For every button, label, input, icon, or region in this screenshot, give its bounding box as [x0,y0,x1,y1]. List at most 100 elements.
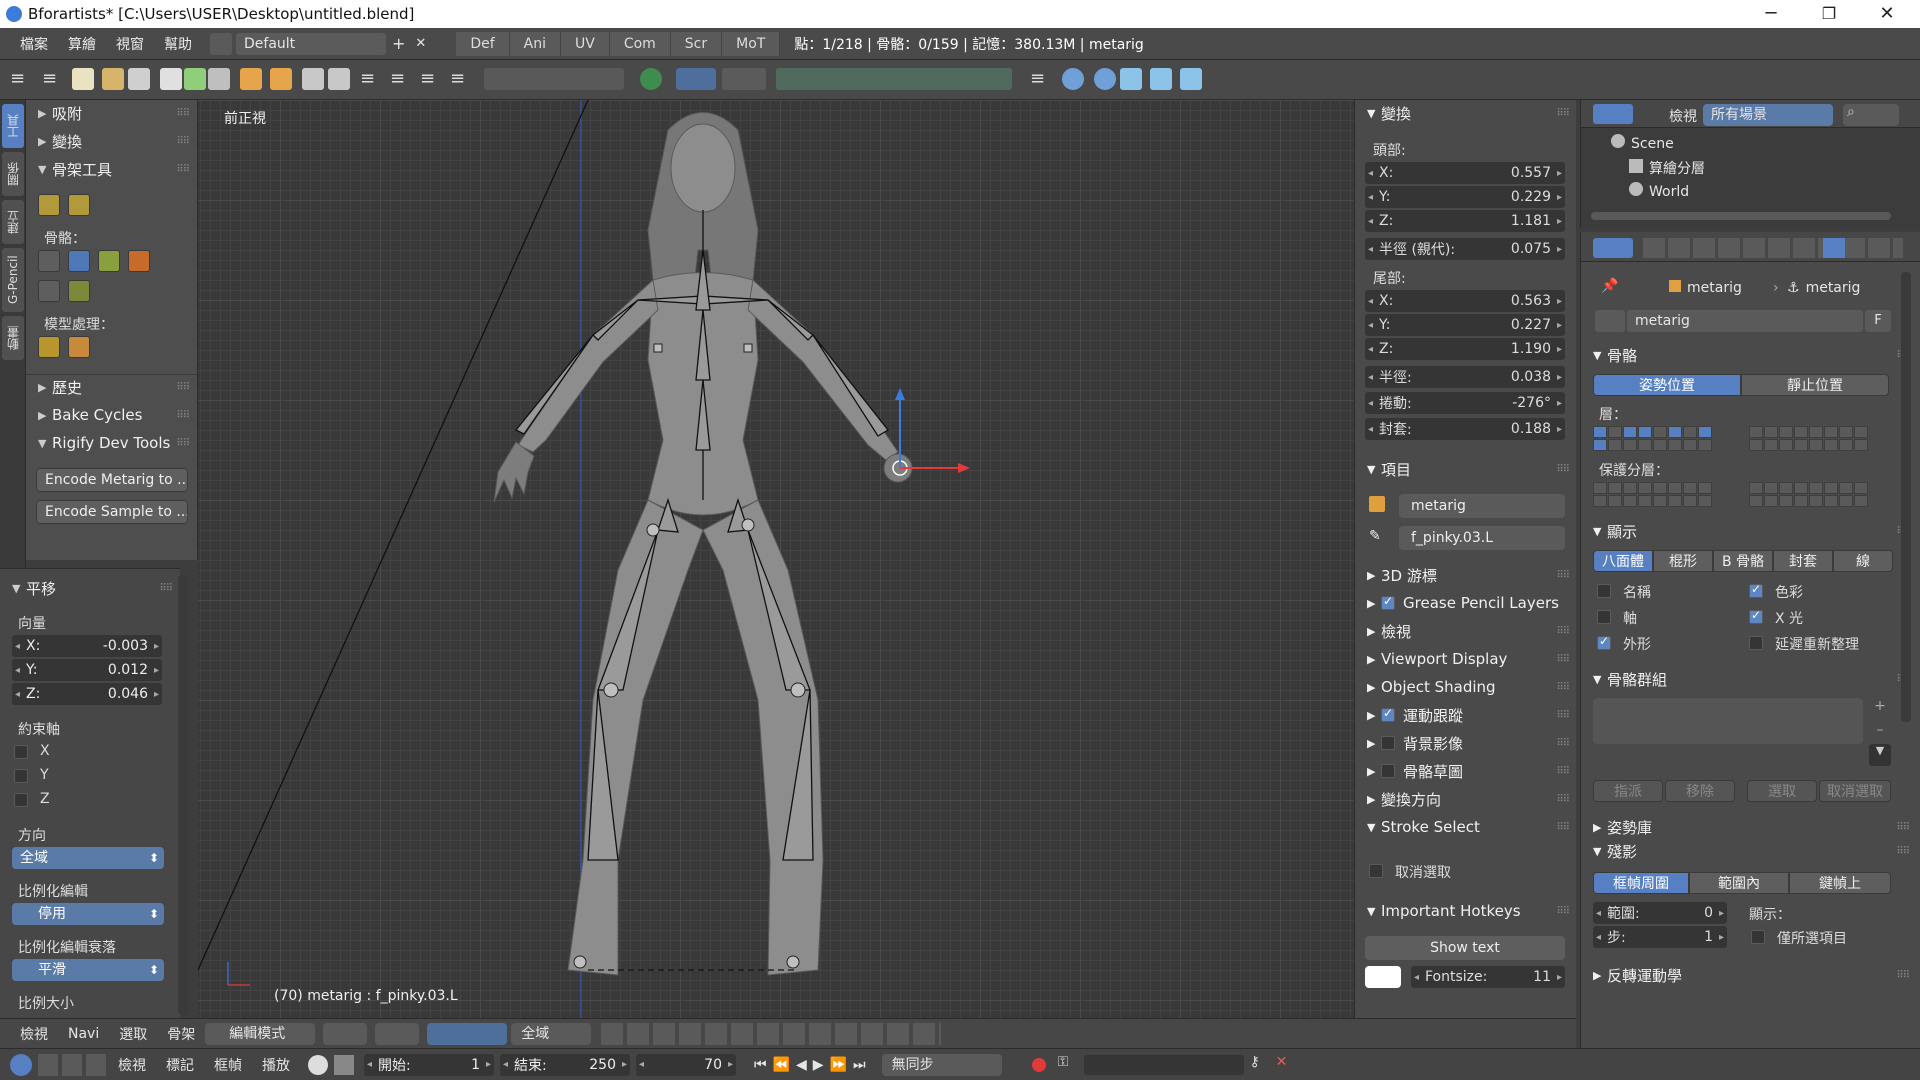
ik-panel-header[interactable]: ▶ 反轉運動學 ⠿⠿ [1581,962,1910,988]
display-envelope-button[interactable]: 封套 [1773,550,1833,572]
tl-frame-menu[interactable]: 框幀 [204,1055,252,1075]
layer-cell[interactable] [1809,439,1823,451]
menu-window[interactable]: 視窗 [106,34,154,54]
record-icon[interactable] [1031,1057,1046,1072]
viewport-scene[interactable] [198,100,1354,1018]
panel-rigify-dev[interactable]: ▼ Rigify Dev Tools ⠿⠿ [26,430,197,456]
delete-keyframe-icon[interactable]: ✕ [1276,1054,1298,1076]
pivot-icon[interactable] [640,68,662,90]
layer-cell[interactable] [1683,482,1697,494]
bone-context-tab-icon[interactable] [1823,238,1845,258]
layer-cell[interactable] [1854,495,1868,507]
outliner-search-icon[interactable]: ⌕ [1843,104,1899,126]
deselect-checkbox[interactable] [1369,864,1383,878]
layer-cell[interactable] [1764,426,1778,438]
layer-cell[interactable] [1638,495,1652,507]
justify-icon[interactable]: ≡ [450,68,472,90]
layer-cell[interactable] [1593,482,1607,494]
bone-switch-icon[interactable] [68,280,90,302]
tail-z-field[interactable]: Z: 1.190 [1365,338,1565,360]
layer-cell[interactable] [1638,482,1652,494]
tab-default[interactable]: Def [456,31,510,56]
panel-armature-tools[interactable]: ▼ 骨架工具 ⠿⠿ [26,156,197,182]
constraint-y-checkbox[interactable] [14,769,28,783]
colors-checkbox[interactable] [1749,582,1763,598]
vp-select-menu[interactable]: 選取 [109,1024,157,1044]
skeleton-panel-header[interactable]: ▼骨骼⠿⠿ [1581,342,1910,368]
layer-cell[interactable] [1653,495,1667,507]
layer-cell[interactable] [1794,426,1808,438]
np-cursor-header[interactable]: ▶ 3D 游標 ⠿⠿ [1355,562,1577,588]
scene-item[interactable]: Scene [1611,134,1674,152]
layer-cell[interactable] [1749,426,1763,438]
np-bg-images-header[interactable]: ▶ 背景影像 ⠿⠿ [1355,730,1577,756]
editor-type-icon[interactable] [10,1053,32,1076]
layer-cell[interactable] [1779,439,1793,451]
layer-cell[interactable] [1749,482,1763,494]
tab-animation[interactable]: Ani [509,31,561,56]
bone-group-specials-icon[interactable]: ▼ [1869,744,1891,766]
tl-playback-menu[interactable]: 播放 [252,1055,300,1075]
layer-cell[interactable] [1794,495,1808,507]
3d-viewport[interactable]: 前正視 (70) metarig: f_pinky.03.L [198,100,1354,1018]
layer-cell[interactable] [1794,439,1808,451]
export-icon[interactable] [208,68,230,90]
layer-cell[interactable] [1668,426,1682,438]
layer-cell[interactable] [1623,482,1637,494]
align-left-icon[interactable]: ≡ [360,68,382,90]
axes-checkbox[interactable] [1597,610,1611,624]
link-icon[interactable] [240,68,262,90]
layer-cell[interactable] [1593,426,1607,438]
ghost-around-frame-button[interactable]: 框幀周圍 [1593,872,1689,894]
tab-compositing[interactable]: Com [609,31,671,56]
head-y-field[interactable]: Y: 0.229 [1365,186,1565,208]
bone-mirror-icon[interactable] [128,250,150,272]
constraint-x-checkbox[interactable] [14,745,28,759]
layer-cell[interactable] [1794,482,1808,494]
bone-subdivide-icon[interactable] [98,250,120,272]
np-bone-sketch-header[interactable]: ▶ 骨骼草圖 ⠿⠿ [1355,758,1577,784]
manipulator-buttons[interactable] [427,1022,508,1045]
layer-cell[interactable] [1653,482,1667,494]
remove-layout-button[interactable]: ✕ [415,36,426,51]
np-view-header[interactable]: ▶ 檢視 ⠿⠿ [1355,618,1577,644]
modeling-shade-icon[interactable] [38,336,60,358]
tl-view-menu[interactable]: 檢視 [108,1055,156,1075]
menu-lines-icon-3[interactable]: ≡ [1030,68,1052,90]
outliner-view-menu[interactable]: 檢視 [1669,106,1697,126]
open-folder-icon[interactable] [102,68,124,90]
select-button[interactable]: 選取 [1747,780,1817,802]
layer-cell[interactable] [1698,426,1712,438]
menu-help[interactable]: 幫助 [154,34,202,54]
keying-set-icon[interactable]: ⚿ [1058,1054,1080,1076]
tab-motion-tracking[interactable]: MoT [722,31,781,56]
constraint-z-checkbox[interactable] [14,793,28,807]
show-text-button[interactable]: Show text [1365,936,1565,960]
layer-cell[interactable] [1764,439,1778,451]
bone-add-icon[interactable] [38,250,60,272]
bone-symmetrize-icon[interactable] [68,194,90,216]
selected-only-checkbox[interactable] [1751,930,1765,944]
panel-transform[interactable]: ▶ 變換 ⠿⠿ [26,128,197,154]
tail-y-field[interactable]: Y: 0.227 [1365,314,1565,336]
protected-layers-grid[interactable] [1593,482,1893,508]
layer-cell[interactable] [1824,426,1838,438]
layer-cell[interactable] [1749,495,1763,507]
props-scrollbar[interactable] [1901,272,1911,722]
layer-cell[interactable] [1854,439,1868,451]
align-center-icon[interactable]: ≡ [390,68,412,90]
pin-icon[interactable]: 📌 [1601,278,1618,294]
names-checkbox[interactable] [1597,584,1611,598]
layer-cell[interactable] [1683,426,1697,438]
pivot-dropdown[interactable] [375,1022,420,1045]
lock-icon[interactable] [334,1054,354,1075]
symmetry-icon[interactable] [722,68,766,90]
layer-cell[interactable] [1698,495,1712,507]
layer-cell[interactable] [1593,495,1607,507]
layer-cell[interactable] [1779,482,1793,494]
ghost-on-keyframes-button[interactable]: 鍵幀上 [1789,872,1891,894]
timeline-tool-icons[interactable] [38,1053,108,1076]
tab-relations[interactable]: 關係 [2,152,24,196]
redo-icon[interactable] [1094,68,1116,90]
layer-cell[interactable] [1824,439,1838,451]
